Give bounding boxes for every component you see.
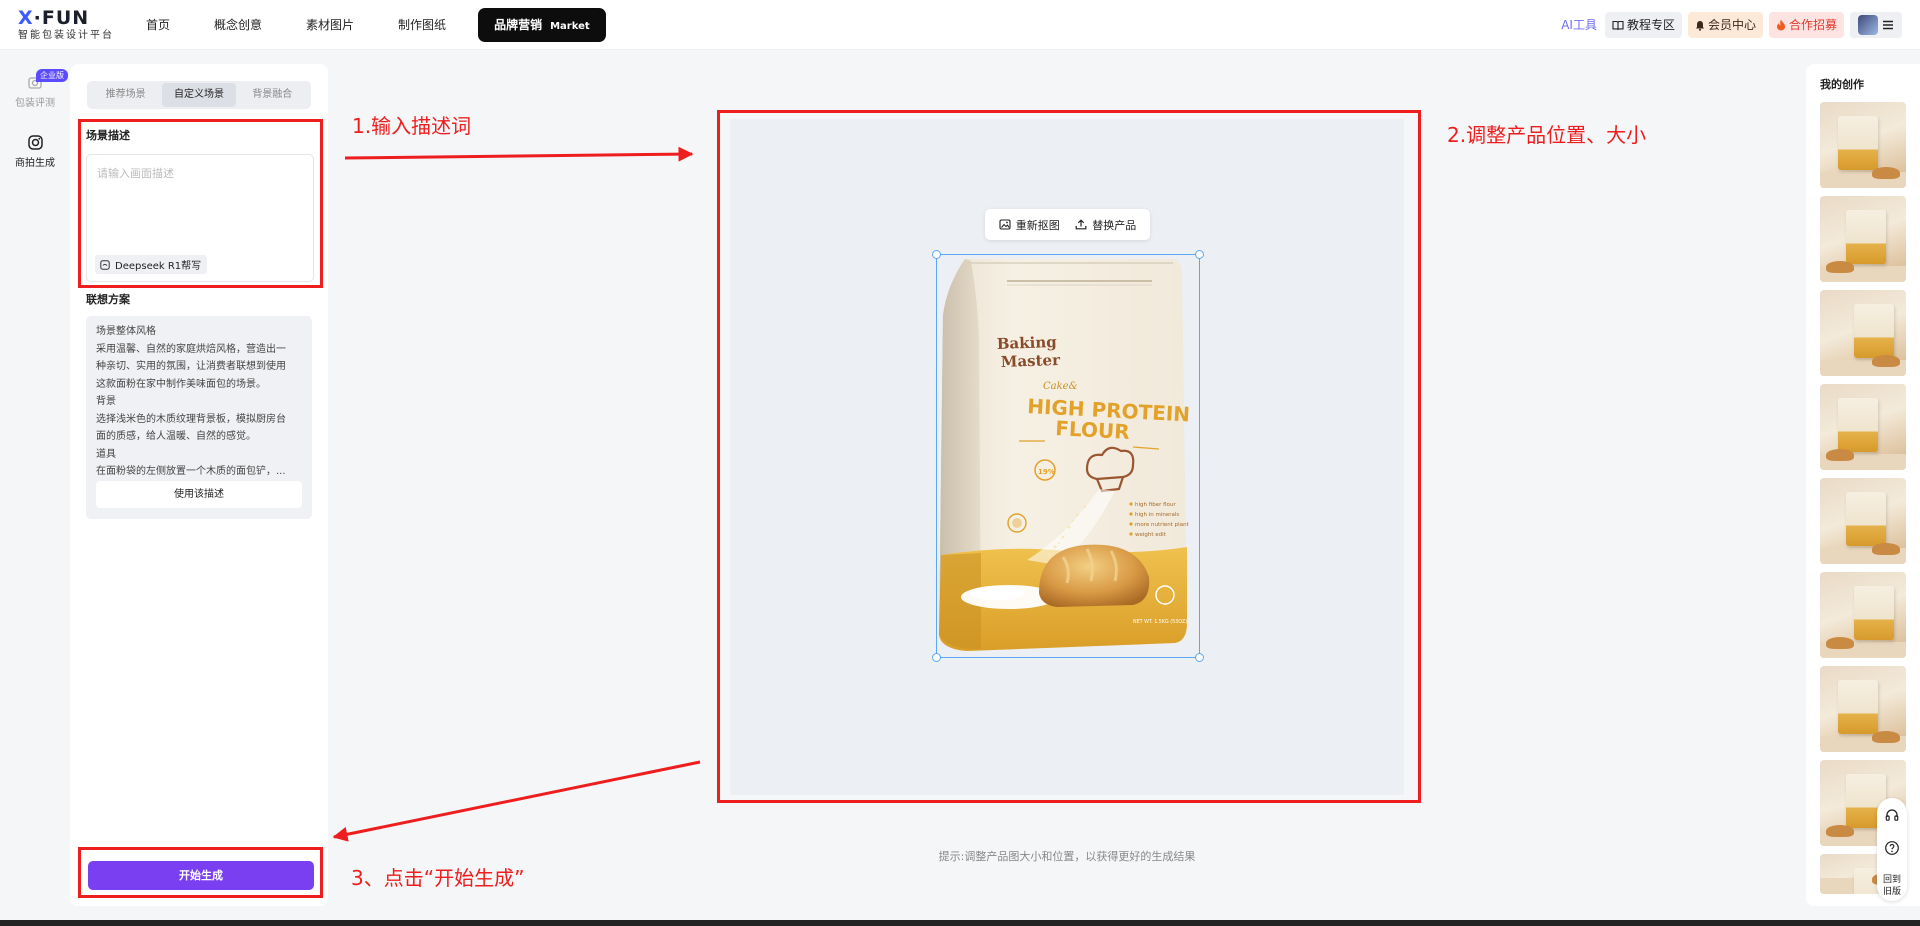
creation-thumbnail[interactable] (1820, 572, 1906, 658)
use-description-button[interactable]: 使用该描述 (96, 481, 302, 508)
help-icon[interactable] (1884, 840, 1900, 856)
cooperation-button[interactable]: 合作招募 (1768, 12, 1844, 38)
fire-icon (1776, 19, 1785, 31)
book-icon (1612, 20, 1624, 30)
logo[interactable]: X·FUN 智能包装设计平台 (18, 8, 118, 43)
plan-line: 采用温馨、自然的家庭烘焙风格，营造出一 (96, 343, 286, 355)
association-plan-box: 场景整体风格 采用温馨、自然的家庭烘焙风格，营造出一 种亲切、实用的氛围，让消费… (86, 316, 312, 519)
vip-center-button[interactable]: 会员中心 (1687, 12, 1763, 38)
creation-thumbnail[interactable] (1820, 290, 1906, 376)
creation-thumbnail[interactable] (1820, 102, 1906, 188)
back-to-old-version-button[interactable]: 回到旧版 (1880, 874, 1904, 898)
nav-active-label: 品牌营销 (494, 18, 543, 32)
logo-mark: X·FUN (18, 7, 90, 29)
plan-line: 选择浅米色的木质纹理背景板，模拟厨房台 (96, 413, 286, 425)
ai-tools-link[interactable]: AI工具 (1559, 12, 1599, 38)
nav-item-home[interactable]: 首页 (130, 8, 186, 42)
annotation-box-generate (78, 847, 323, 898)
left-rail: 包装评测 企业版 商拍生成 (0, 50, 70, 926)
annotation-box-canvas (717, 110, 1421, 803)
nav-item-concept[interactable]: 概念创意 (198, 8, 278, 42)
headset-icon[interactable] (1884, 807, 1900, 823)
cooperation-label: 合作招募 (1788, 18, 1837, 32)
annotation-step2: 2.调整产品位置、大小 (1447, 123, 1647, 147)
association-plan-title: 联想方案 (86, 293, 130, 306)
thumbnail-bread (1826, 449, 1854, 461)
thumbnail-flour-bag (1854, 304, 1894, 358)
tutorial-button[interactable]: 教程专区 (1604, 12, 1682, 38)
plan-line: 这款面粉在家中制作美味面包的场景。 (96, 378, 266, 390)
annotation-step1: 1.输入描述词 (352, 114, 472, 138)
thumbnail-bread (1872, 167, 1900, 179)
thumbnail-bread (1872, 731, 1900, 743)
camera-icon (27, 135, 43, 150)
thumbnail-flour-bag (1838, 680, 1878, 734)
annotation-step3: 3、点击“开始生成” (351, 866, 525, 890)
rail-item-package-evaluation[interactable]: 包装评测 企业版 (0, 69, 70, 109)
plan-line: 面的质感，给人温暖、自然的感觉。 (96, 431, 256, 442)
vip-label: 会员中心 (1707, 18, 1756, 32)
tab-background-fusion[interactable]: 背景融合 (236, 83, 309, 107)
annotation-box-description (78, 119, 323, 288)
arrow-to-canvas (344, 146, 694, 162)
creation-thumbnail[interactable] (1820, 384, 1906, 470)
thumbnail-flour-bag (1838, 398, 1878, 452)
my-creations-title: 我的创作 (1820, 78, 1864, 91)
arrow-to-generate (332, 760, 701, 842)
rail-item-label: 商拍生成 (15, 158, 55, 169)
canvas-hint: 提示:调整产品图大小和位置，以获得更好的生成结果 (938, 850, 1196, 863)
plan-line: 在面粉袋的左侧放置一个木质的面包铲，... (96, 466, 286, 477)
plan-line: 背景 (96, 396, 116, 407)
nav-item-drawings[interactable]: 制作图纸 (382, 8, 462, 42)
avatar (1858, 15, 1878, 35)
thumbnail-bread (1826, 825, 1854, 837)
bottom-edge (0, 920, 1920, 926)
thumbnail-bread (1872, 543, 1900, 555)
thumbnail-flour-bag (1846, 210, 1886, 264)
thumbnail-bread (1872, 355, 1900, 367)
plan-line: 场景整体风格 (96, 326, 156, 337)
plan-line: 道具 (96, 448, 116, 460)
tutorial-label: 教程专区 (1626, 18, 1675, 32)
thumbnail-bread (1826, 261, 1854, 273)
creation-thumbnail[interactable] (1820, 196, 1906, 282)
bell-icon (1695, 20, 1704, 31)
rail-item-label: 包装评测 (15, 98, 55, 109)
tab-recommended-scenes[interactable]: 推荐场景 (89, 83, 162, 107)
thumbnail-flour-bag (1854, 586, 1894, 640)
creation-thumbnail[interactable] (1820, 666, 1906, 752)
nav-item-brand-marketing[interactable]: 品牌营销 Market (478, 8, 606, 42)
right-nav: AI工具 教程专区 会员中心 合作招募 (1553, 11, 1920, 39)
top-navigation-bar: X·FUN 智能包装设计平台 首页 概念创意 素材图片 制作图纸 品牌营销 Mar… (0, 0, 1920, 50)
plan-line: 种亲切、实用的氛围，让消费者联想到使用 (96, 361, 286, 372)
user-menu-button[interactable] (1850, 12, 1902, 38)
thumbnail-flour-bag (1838, 116, 1878, 170)
thumbnail-bread (1826, 637, 1854, 649)
main-nav: 首页 概念创意 素材图片 制作图纸 品牌营销 Market (130, 8, 618, 42)
creation-thumbnail[interactable] (1820, 478, 1906, 564)
logo-subtitle: 智能包装设计平台 (18, 30, 114, 41)
rail-item-product-shot[interactable]: 商拍生成 (0, 134, 70, 169)
enterprise-badge: 企业版 (36, 69, 68, 82)
scene-tabs: 推荐场景 自定义场景 背景融合 (87, 81, 311, 109)
my-creations-panel: 我的创作 (1806, 64, 1920, 906)
nav-item-materials[interactable]: 素材图片 (290, 8, 370, 42)
nav-active-tag: Market (550, 21, 590, 32)
thumbnail-flour-bag (1846, 492, 1886, 546)
hamburger-menu-icon (1883, 20, 1893, 30)
tab-custom-scene[interactable]: 自定义场景 (162, 83, 236, 107)
floating-help-bar: 回到旧版 (1877, 798, 1907, 901)
